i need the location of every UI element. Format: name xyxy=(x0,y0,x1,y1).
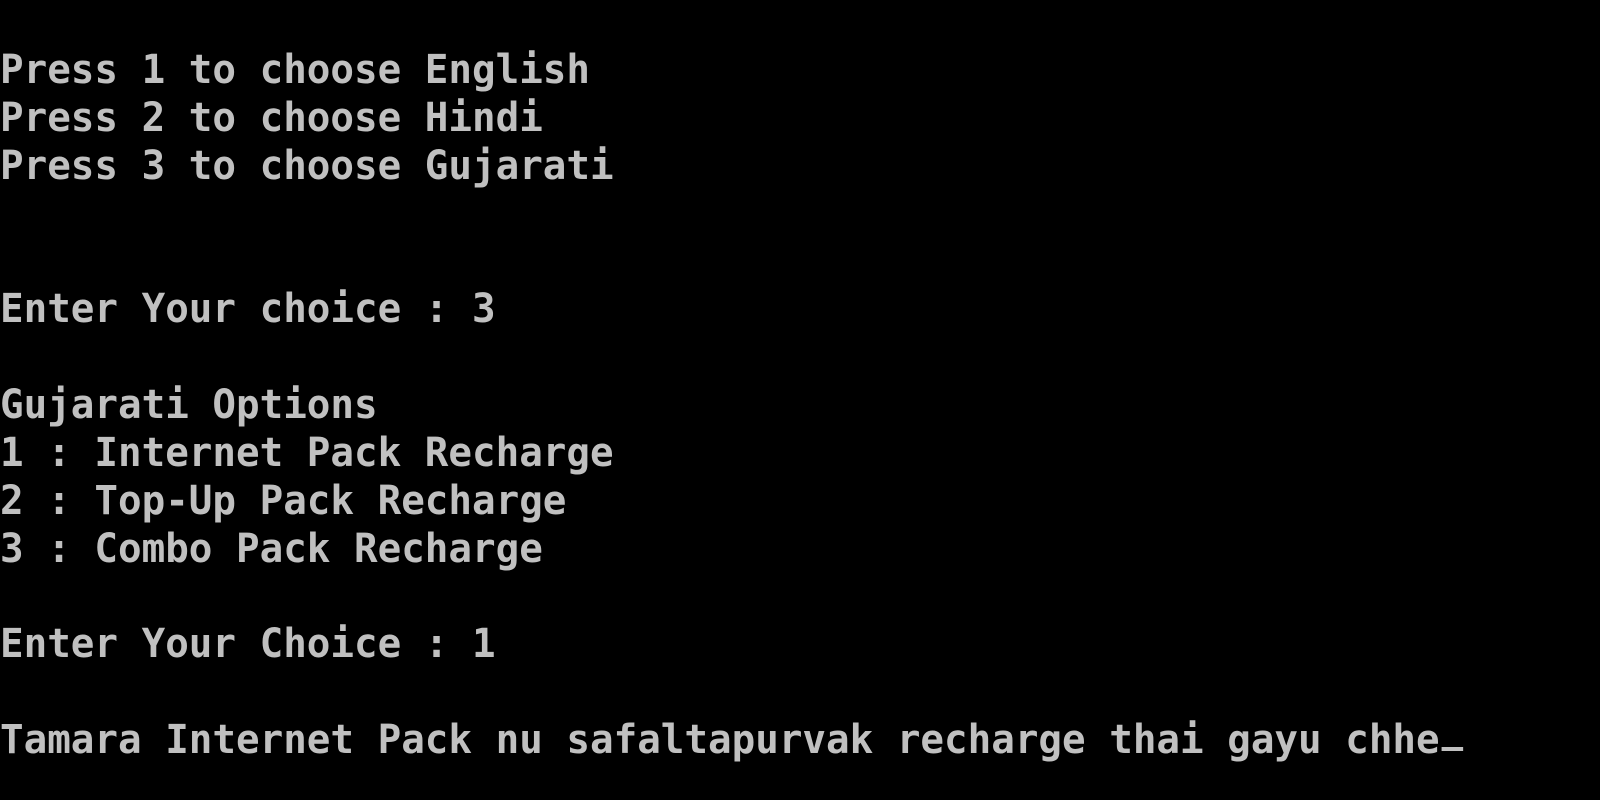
terminal-window[interactable]: Press 1 to choose English Press 2 to cho… xyxy=(0,0,1600,800)
language-menu-line-english: Press 1 to choose English xyxy=(0,47,591,93)
result-message: Tamara Internet Pack nu safaltapurvak re… xyxy=(0,717,1440,763)
language-menu-line-gujarati: Press 3 to choose Gujarati xyxy=(0,143,614,189)
options-heading: Gujarati Options xyxy=(0,382,378,428)
option-top-up-pack: 2 : Top-Up Pack Recharge xyxy=(0,478,567,524)
option-combo-pack: 3 : Combo Pack Recharge xyxy=(0,526,543,572)
language-menu-line-hindi: Press 2 to choose Hindi xyxy=(0,95,543,141)
option-choice-prompt: Enter Your Choice : 1 xyxy=(0,621,496,667)
text-cursor[interactable] xyxy=(1441,747,1464,751)
result-line: Tamara Internet Pack nu safaltapurvak re… xyxy=(0,716,1464,764)
option-internet-pack: 1 : Internet Pack Recharge xyxy=(0,430,614,476)
language-choice-prompt: Enter Your choice : 3 xyxy=(0,286,496,332)
